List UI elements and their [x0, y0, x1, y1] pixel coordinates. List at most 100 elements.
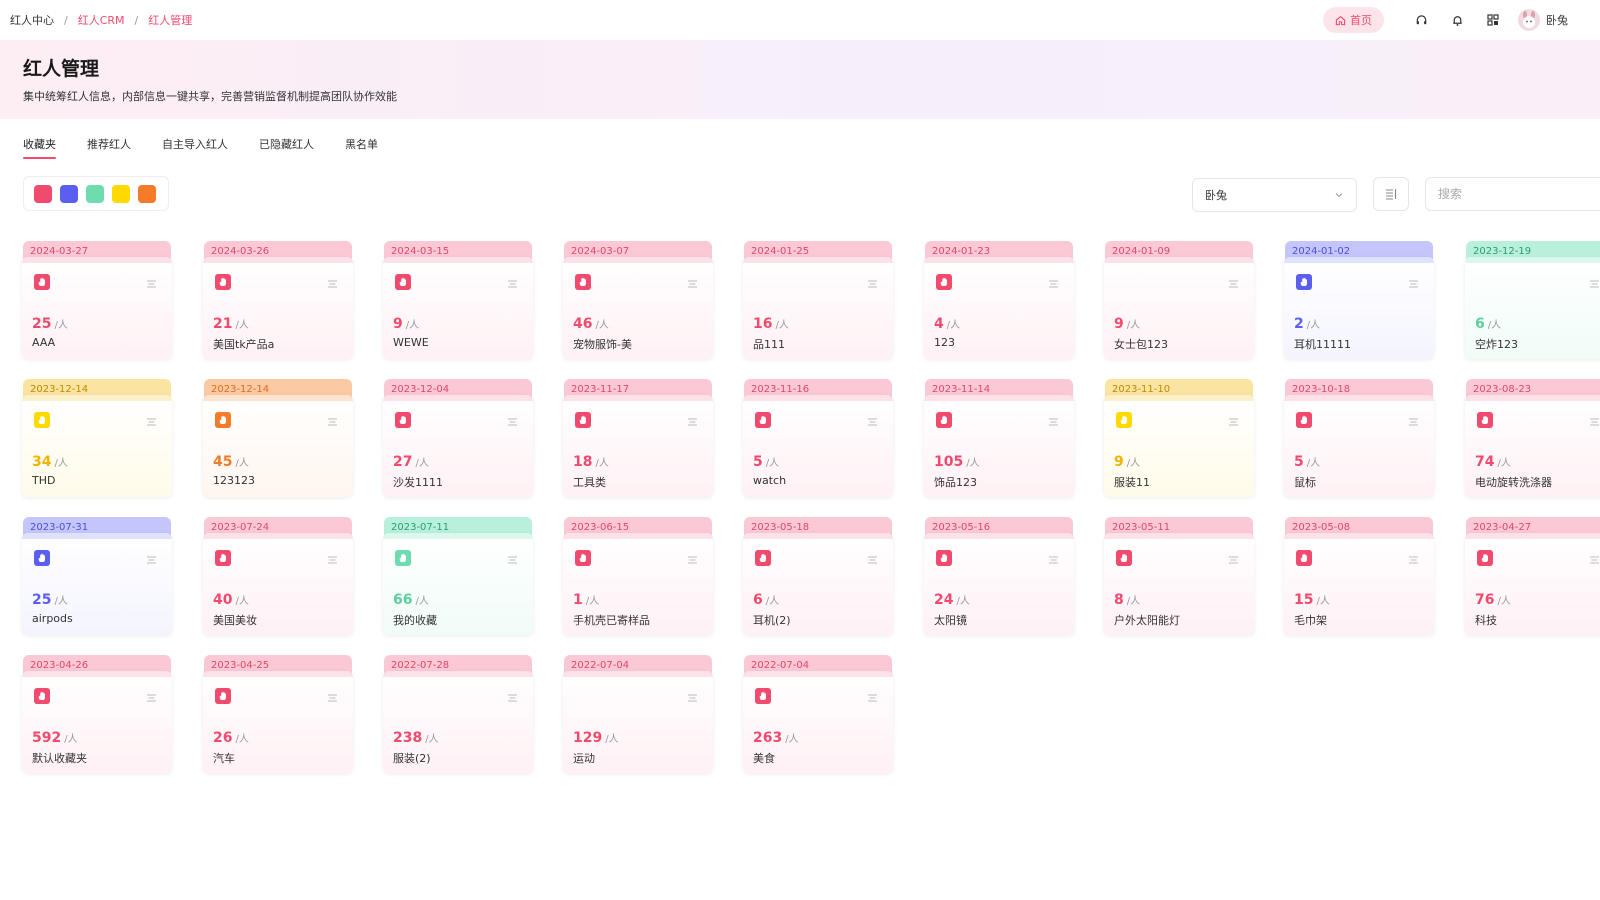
- folder-card[interactable]: 2024-03-15 9/人 WEWE: [383, 241, 533, 359]
- folder-card[interactable]: 2023-12-04 27/人 沙发1111: [383, 379, 533, 497]
- menu-lines-icon[interactable]: [1590, 277, 1599, 291]
- folder-card[interactable]: 2023-04-27 76/人 科技: [1465, 517, 1600, 635]
- menu-lines-icon[interactable]: [1229, 277, 1238, 291]
- folder-card[interactable]: 2024-03-26 21/人 美国tk产品a: [203, 241, 353, 359]
- folder-card[interactable]: 2023-07-31 25/人 airpods: [22, 517, 172, 635]
- folder-card[interactable]: 2023-12-14 45/人 123123: [203, 379, 353, 497]
- folder-card[interactable]: 2022-07-04 263/人 美食: [743, 655, 893, 773]
- color-swatch-pink[interactable]: [34, 184, 52, 203]
- folder-card[interactable]: 2023-11-10 9/人 服装11: [1104, 379, 1254, 497]
- folder-card[interactable]: 2022-07-04 129/人 运动: [563, 655, 713, 773]
- tab-favorites[interactable]: 收藏夹: [23, 136, 56, 159]
- menu-lines-icon[interactable]: [1590, 415, 1599, 429]
- menu-lines-icon[interactable]: [1229, 553, 1238, 567]
- menu-lines-icon[interactable]: [1049, 277, 1058, 291]
- folder-count: 46/人: [573, 316, 609, 332]
- tab-recommended[interactable]: 推荐红人: [87, 136, 131, 159]
- folder-card[interactable]: 2024-01-23 4/人 123: [924, 241, 1074, 359]
- folder-card[interactable]: 2024-01-09 9/人 女士包123: [1104, 241, 1254, 359]
- folder-count: 4/人: [934, 316, 960, 332]
- apps-grid-icon[interactable]: [1480, 7, 1506, 33]
- folder-date: 2023-08-23: [1473, 384, 1532, 395]
- folder-card[interactable]: 2023-05-18 6/人 耳机(2): [743, 517, 893, 635]
- folder-card[interactable]: 2023-06-15 1/人 手机壳已寄样品: [563, 517, 713, 635]
- folder-card[interactable]: 2023-12-14 34/人 THD: [22, 379, 172, 497]
- menu-lines-icon[interactable]: [508, 691, 517, 705]
- menu-lines-icon[interactable]: [1590, 553, 1599, 567]
- folder-date: 2024-03-27: [30, 246, 89, 257]
- menu-lines-icon[interactable]: [328, 553, 337, 567]
- color-swatch-blue[interactable]: [60, 184, 78, 203]
- menu-lines-icon[interactable]: [1229, 415, 1238, 429]
- owner-select[interactable]: 卧兔: [1192, 178, 1357, 212]
- menu-lines-icon[interactable]: [1409, 553, 1418, 567]
- tab-imported[interactable]: 自主导入红人: [162, 136, 228, 159]
- tab-blacklist[interactable]: 黑名单: [345, 136, 378, 159]
- menu-lines-icon[interactable]: [147, 691, 156, 705]
- folder-card[interactable]: 2023-11-14 105/人 饰品123: [924, 379, 1074, 497]
- menu-lines-icon[interactable]: [688, 691, 697, 705]
- menu-lines-icon[interactable]: [328, 277, 337, 291]
- folder-card[interactable]: 2024-01-02 2/人 耳机11111: [1284, 241, 1434, 359]
- folder-card[interactable]: 2023-05-11 8/人 户外太阳能灯: [1104, 517, 1254, 635]
- folder-card[interactable]: 2023-11-16 5/人 watch: [743, 379, 893, 497]
- folder-card[interactable]: 2023-05-16 24/人 太阳镜: [924, 517, 1074, 635]
- menu-lines-icon[interactable]: [688, 553, 697, 567]
- folder-body: 16/人 品111: [743, 257, 893, 359]
- bell-icon[interactable]: [1444, 7, 1470, 33]
- tab-hidden[interactable]: 已隐藏红人: [259, 136, 314, 159]
- folder-card[interactable]: 2023-04-26 592/人 默认收藏夹: [22, 655, 172, 773]
- breadcrumb-item-crm[interactable]: 红人CRM: [78, 12, 125, 28]
- folder-count: 18/人: [573, 454, 609, 470]
- menu-lines-icon[interactable]: [868, 415, 877, 429]
- menu-lines-icon[interactable]: [328, 691, 337, 705]
- hand-icon: [1116, 412, 1132, 428]
- folder-date: 2023-04-27: [1473, 522, 1532, 533]
- breadcrumb-item-hub[interactable]: 红人中心: [10, 12, 54, 28]
- folder-card[interactable]: 2023-07-24 40/人 美国美妆: [203, 517, 353, 635]
- hand-icon: [1116, 550, 1132, 566]
- menu-lines-icon[interactable]: [147, 277, 156, 291]
- menu-lines-icon[interactable]: [1049, 553, 1058, 567]
- menu-lines-icon[interactable]: [508, 553, 517, 567]
- folder-card[interactable]: 2024-01-25 16/人 品111: [743, 241, 893, 359]
- hand-icon: [1477, 550, 1493, 566]
- menu-lines-icon[interactable]: [688, 415, 697, 429]
- menu-lines-icon[interactable]: [147, 553, 156, 567]
- folder-count: 21/人: [213, 316, 249, 332]
- folder-card[interactable]: 2023-12-19 6/人 空炸123: [1465, 241, 1600, 359]
- menu-lines-icon[interactable]: [508, 277, 517, 291]
- menu-lines-icon[interactable]: [868, 277, 877, 291]
- color-swatch-orange[interactable]: [138, 184, 156, 203]
- folder-count: 15/人: [1294, 592, 1330, 608]
- menu-lines-icon[interactable]: [147, 415, 156, 429]
- folder-card[interactable]: 2023-11-17 18/人 工具类: [563, 379, 713, 497]
- folder-name: 工具类: [573, 476, 606, 489]
- menu-lines-icon[interactable]: [1409, 277, 1418, 291]
- folder-name: 毛巾架: [1294, 614, 1327, 627]
- folder-card[interactable]: 2022-07-28 238/人 服装(2): [383, 655, 533, 773]
- color-swatch-green[interactable]: [86, 184, 104, 203]
- folder-card[interactable]: 2023-10-18 5/人 鼠标: [1284, 379, 1434, 497]
- search-input[interactable]: [1425, 177, 1600, 211]
- folder-count-unit: /人: [785, 734, 799, 745]
- menu-lines-icon[interactable]: [1049, 415, 1058, 429]
- folder-card[interactable]: 2024-03-27 25/人 AAA: [22, 241, 172, 359]
- menu-lines-icon[interactable]: [868, 691, 877, 705]
- folder-card[interactable]: 2023-04-25 26/人 汽车: [203, 655, 353, 773]
- folder-date: 2024-03-07: [571, 246, 630, 257]
- folder-card[interactable]: 2024-03-07 46/人 宠物服饰-美: [563, 241, 713, 359]
- folder-card[interactable]: 2023-05-08 15/人 毛巾架: [1284, 517, 1434, 635]
- folder-card[interactable]: 2023-07-11 66/人 我的收藏: [383, 517, 533, 635]
- headset-icon[interactable]: [1408, 7, 1434, 33]
- menu-lines-icon[interactable]: [1409, 415, 1418, 429]
- home-button[interactable]: 首页: [1323, 7, 1384, 33]
- sort-button[interactable]: [1373, 177, 1409, 211]
- menu-lines-icon[interactable]: [868, 553, 877, 567]
- user-menu[interactable]: 卧兔: [1518, 9, 1568, 31]
- menu-lines-icon[interactable]: [328, 415, 337, 429]
- color-swatch-yellow[interactable]: [112, 184, 130, 203]
- menu-lines-icon[interactable]: [508, 415, 517, 429]
- menu-lines-icon[interactable]: [688, 277, 697, 291]
- folder-card[interactable]: 2023-08-23 74/人 电动旋转洗涤器: [1465, 379, 1600, 497]
